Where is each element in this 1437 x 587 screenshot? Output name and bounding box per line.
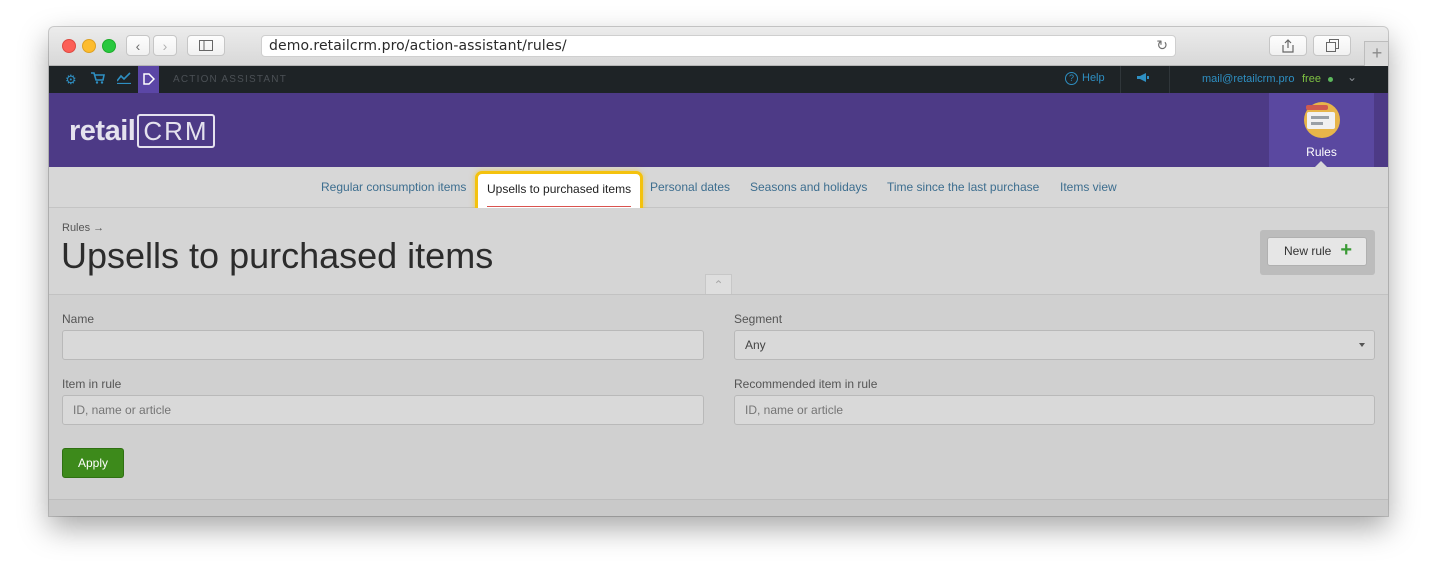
- user-email[interactable]: mail@retailcrm.pro: [1202, 73, 1294, 85]
- apply-button[interactable]: Apply: [62, 448, 124, 478]
- minimize-window-button[interactable]: [82, 39, 96, 53]
- segment-label: Segment: [734, 312, 783, 326]
- rules-tile-label: Rules: [1306, 145, 1337, 159]
- filter-form: Name Segment Any Item in rule Recommende…: [49, 295, 1388, 499]
- url-text: demo.retailcrm.pro/action-assistant/rule…: [269, 38, 567, 54]
- recommended-item-label: Recommended item in rule: [734, 377, 878, 391]
- reload-icon[interactable]: ↻: [1156, 37, 1168, 54]
- recommended-item-input[interactable]: [734, 395, 1375, 425]
- help-icon: ?: [1065, 72, 1078, 85]
- subnav-personal-dates[interactable]: Personal dates: [650, 180, 730, 194]
- forward-icon[interactable]: ›: [153, 35, 177, 56]
- item-in-rule-label: Item in rule: [62, 377, 122, 391]
- divider: [1169, 66, 1170, 93]
- new-rule-label: New rule: [1284, 244, 1332, 258]
- page-header: Rules → Upsells to purchased items New r…: [49, 208, 1388, 295]
- status-dot: [1328, 77, 1333, 82]
- name-label: Name: [62, 312, 95, 326]
- module-name: ACTION ASSISTANT: [173, 74, 288, 85]
- new-rule-container: New rule +: [1260, 230, 1375, 275]
- action-assistant-icon[interactable]: [138, 66, 159, 93]
- subnav-upsells-label: Upsells to purchased items: [487, 182, 632, 196]
- close-window-button[interactable]: [62, 39, 76, 53]
- help-link[interactable]: ? Help: [1065, 72, 1105, 85]
- content-bottom: [49, 499, 1388, 516]
- new-tab-icon[interactable]: +: [1364, 41, 1388, 66]
- analytics-icon[interactable]: [116, 72, 131, 87]
- rules-subnav: Regular consumption items Upsells to pur…: [49, 167, 1388, 220]
- subnav-regular-consumption[interactable]: Regular consumption items: [321, 180, 466, 194]
- plan-label: free: [1302, 73, 1321, 85]
- page-title: Upsells to purchased items: [61, 235, 494, 276]
- divider: [1120, 66, 1121, 93]
- subnav-seasons-holidays[interactable]: Seasons and holidays: [750, 180, 867, 194]
- chevron-down-icon[interactable]: ⌄: [1347, 70, 1357, 84]
- logo-mark: CRM: [137, 114, 215, 148]
- new-rule-button[interactable]: New rule +: [1267, 237, 1367, 266]
- address-bar[interactable]: demo.retailcrm.pro/action-assistant/rule…: [261, 35, 1176, 57]
- breadcrumb[interactable]: Rules →: [62, 222, 104, 234]
- retailcrm-logo[interactable]: retail CRM: [69, 114, 215, 148]
- segment-value: Any: [745, 338, 766, 352]
- help-label: Help: [1082, 72, 1105, 84]
- crm-header: retail CRM Rules: [49, 93, 1388, 167]
- subnav-time-since-purchase[interactable]: Time since the last purchase: [887, 180, 1039, 194]
- plus-icon: +: [1340, 239, 1352, 261]
- logo-text: retail: [69, 115, 136, 147]
- active-underline: [487, 206, 632, 207]
- browser-window: ‹ › demo.retailcrm.pro/action-assistant/…: [49, 27, 1388, 516]
- subnav-items-view[interactable]: Items view: [1060, 180, 1117, 194]
- segment-select[interactable]: Any: [734, 330, 1375, 360]
- back-icon[interactable]: ‹: [126, 35, 150, 56]
- crm-top-bar: ⚙ ACTION ASSISTANT ? Help mail@retailcrm.…: [49, 66, 1388, 93]
- name-input[interactable]: [62, 330, 704, 360]
- sidebar-icon[interactable]: [187, 35, 225, 56]
- megaphone-icon[interactable]: [1136, 72, 1150, 86]
- rules-icon: [1304, 102, 1340, 138]
- settings-icon[interactable]: ⚙: [65, 72, 77, 88]
- collapse-filters-icon[interactable]: ⌃: [705, 274, 732, 294]
- rules-section-tile[interactable]: Rules: [1269, 93, 1374, 167]
- dropdown-arrow-icon: [1359, 343, 1365, 347]
- item-in-rule-input[interactable]: [62, 395, 704, 425]
- browser-toolbar: ‹ › demo.retailcrm.pro/action-assistant/…: [49, 27, 1388, 66]
- share-icon[interactable]: [1269, 35, 1307, 56]
- tabs-overview-icon[interactable]: [1313, 35, 1351, 56]
- cart-icon[interactable]: [91, 72, 105, 87]
- zoom-window-button[interactable]: [102, 39, 116, 53]
